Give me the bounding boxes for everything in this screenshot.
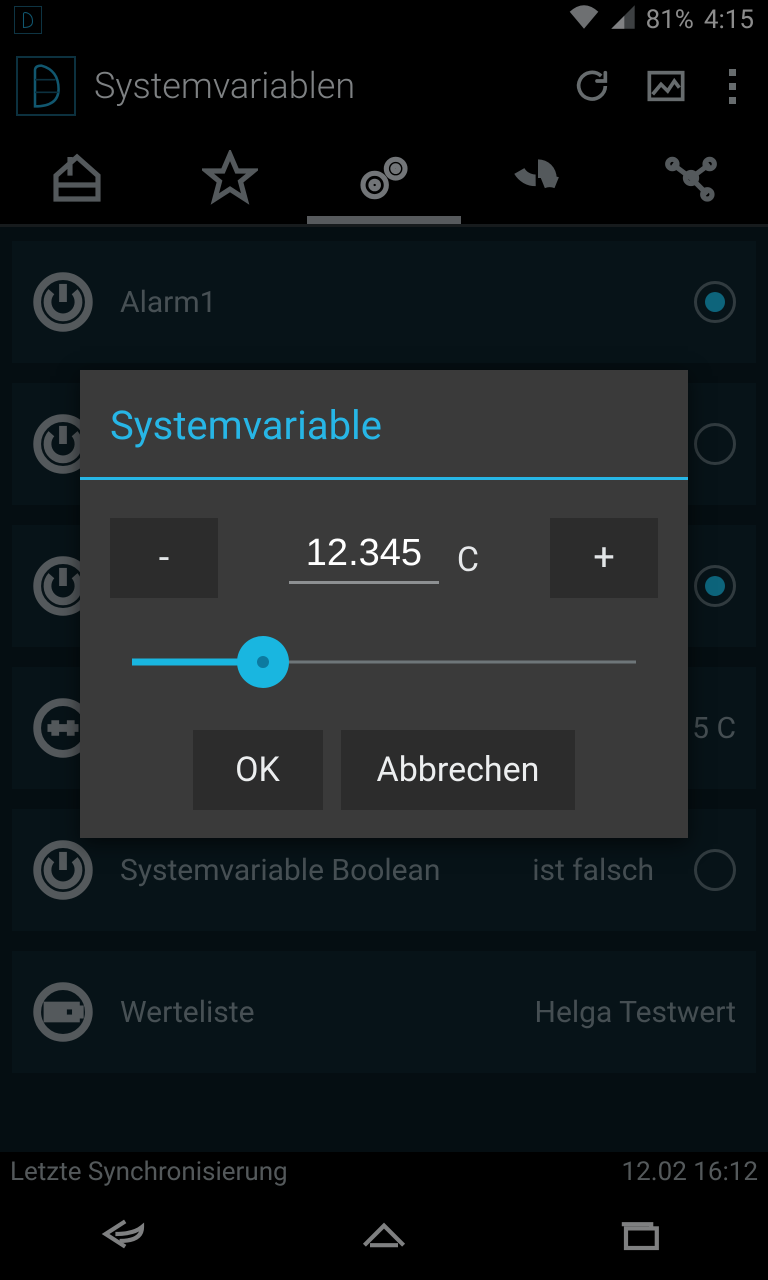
unit-label: C — [457, 540, 479, 584]
slider-thumb[interactable] — [237, 636, 289, 688]
decrement-button[interactable]: - — [110, 518, 218, 598]
increment-button[interactable]: + — [550, 518, 658, 598]
cancel-button[interactable]: Abbrechen — [341, 730, 576, 810]
value-slider[interactable] — [132, 642, 636, 682]
dialog-title: Systemvariable — [80, 370, 688, 477]
value-stepper: - C + — [80, 518, 688, 598]
edit-variable-dialog: Systemvariable - C + OK Abbrechen — [80, 370, 688, 838]
dialog-separator — [80, 477, 688, 480]
value-input[interactable] — [289, 532, 439, 584]
ok-button[interactable]: OK — [193, 730, 323, 810]
